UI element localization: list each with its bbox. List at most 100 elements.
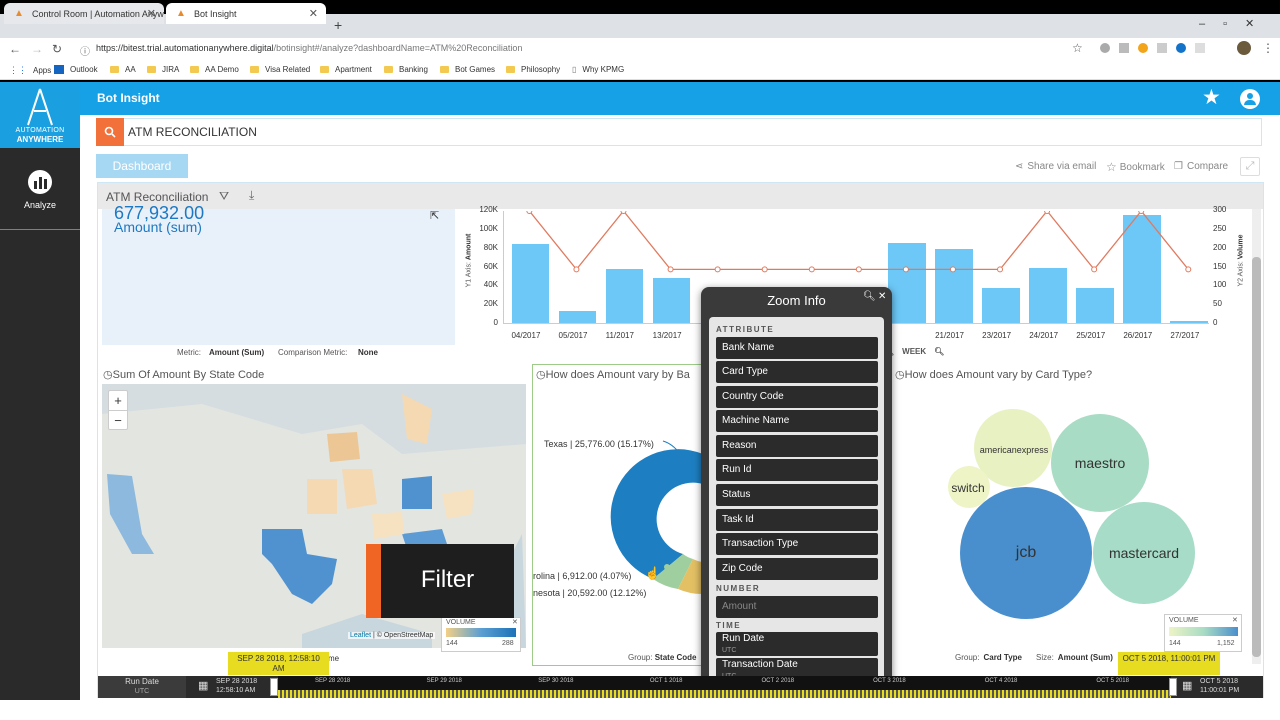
map-zoom-in-button[interactable]: + [109, 391, 127, 410]
profile-avatar[interactable] [1237, 41, 1251, 55]
browser-tab-control-room[interactable]: ▲ Control Room | Automation Anyw ✕ [4, 3, 164, 24]
folder-icon [320, 66, 329, 73]
filter-funnel-icon[interactable]: ⛛ [219, 189, 229, 204]
tab-dashboard[interactable]: Dashboard [96, 154, 188, 178]
new-tab-icon[interactable]: + [334, 17, 342, 33]
sidebar-item-analyze[interactable]: Analyze [0, 162, 80, 230]
volume-point[interactable] [997, 266, 1004, 273]
site-info-icon[interactable]: ⓘ [80, 43, 90, 58]
leaflet-link[interactable]: Leaflet [350, 632, 371, 639]
forward-icon[interactable]: → [31, 42, 43, 56]
search-button[interactable] [96, 118, 124, 146]
zoom-attr-card-type[interactable]: Card Type [716, 361, 878, 383]
browser-tab-bot-insight[interactable]: ▲ Bot Insight ✕ [166, 3, 326, 24]
zoom-time-run-date[interactable]: Run Date UTC [716, 632, 878, 656]
volume-point[interactable] [620, 211, 627, 214]
zoom-attr-machine-name[interactable]: Machine Name [716, 410, 878, 432]
granularity-week[interactable]: WEEK [902, 347, 926, 356]
bookmark-visa-related[interactable]: Visa Related [250, 65, 310, 74]
timeline-label: Run Date [125, 677, 159, 686]
volume-point[interactable] [1091, 266, 1098, 273]
filter-overlay[interactable]: Filter [366, 544, 514, 618]
bookmark-bot-games[interactable]: Bot Games [440, 65, 495, 74]
zoom-attr-country-code[interactable]: Country Code [716, 386, 878, 408]
bookmark-aa-demo[interactable]: AA Demo [190, 65, 239, 74]
bookmark-star-icon[interactable]: ☆ [1072, 41, 1083, 55]
zoom-attr-bank-name[interactable]: Bank Name [716, 337, 878, 359]
volume-point[interactable] [1044, 211, 1051, 214]
timeline-start-flag[interactable]: SEP 28 2018, 12:58:10 AM [228, 652, 329, 675]
timeline-end-flag[interactable]: OCT 5 2018, 11:00:01 PM [1118, 652, 1220, 675]
close-tab-icon[interactable]: ✕ [147, 7, 156, 20]
volume-point[interactable] [855, 266, 862, 273]
timeline-label-sub: UTC [134, 688, 150, 695]
board-scrollbar[interactable] [1252, 209, 1261, 664]
volume-point[interactable] [1138, 211, 1145, 214]
card-type-bubble-chart[interactable] [890, 384, 1250, 649]
volume-point[interactable] [573, 266, 580, 273]
compare-button[interactable]: ❐ Compare [1174, 161, 1228, 172]
kpi-expand-icon[interactable]: ⇱ [430, 209, 439, 222]
back-icon[interactable]: ← [9, 42, 21, 56]
zoom-info-close-icon[interactable]: ✕ [878, 291, 886, 302]
metric-value[interactable]: Amount (Sum) [209, 348, 264, 357]
size-value[interactable]: Amount (Sum) [1058, 653, 1113, 662]
volume-point[interactable] [667, 266, 674, 273]
zoom-attr-zip-code[interactable]: Zip Code [716, 558, 878, 580]
dashboard-search-field[interactable]: ATM RECONCILIATION [96, 118, 1262, 146]
timeline-attribute[interactable]: Run Date UTC [98, 676, 186, 698]
extension-icons[interactable] [1100, 43, 1230, 54]
group-value[interactable]: Card Type [983, 653, 1022, 662]
bookmark-jira[interactable]: JIRA [147, 65, 179, 74]
x-tick-label: 24/2017 [1029, 331, 1059, 340]
volume-point[interactable] [714, 266, 721, 273]
group-value[interactable]: State Code [655, 653, 697, 662]
zoom-attr-status[interactable]: Status [716, 484, 878, 506]
volume-point[interactable] [949, 266, 956, 273]
bookmark-banking[interactable]: Banking [384, 65, 428, 74]
donut-chart[interactable] [533, 384, 703, 654]
bookmark-apartment[interactable]: Apartment [320, 65, 372, 74]
bookmark-outlook[interactable]: Outlook [54, 65, 98, 74]
timeline-end-handle[interactable] [1169, 678, 1177, 696]
bookmark-philosophy[interactable]: Philosophy [506, 65, 560, 74]
fullscreen-icon[interactable]: ⤢ [1240, 157, 1260, 176]
timeline-start-handle[interactable] [270, 678, 278, 696]
zoom-attr-run-id[interactable]: Run Id [716, 459, 878, 481]
legend-close-icon[interactable]: ✕ [512, 618, 518, 626]
url-field[interactable]: https://bitest.trial.automationanywhere.… [96, 43, 522, 53]
bubble-volume-legend: VOLUME ✕ 144 1,152 [1164, 614, 1242, 652]
volume-point[interactable] [902, 266, 909, 273]
favorites-star-icon[interactable]: ★ [1202, 85, 1221, 110]
share-via-email-button[interactable]: ⋖ Share via email [1015, 161, 1096, 172]
window-controls[interactable]: –▫✕ [1199, 17, 1272, 30]
bookmark-aa[interactable]: AA [110, 65, 136, 74]
automation-anywhere-logo[interactable]: AUTOMATION ANYWHERE [0, 82, 80, 148]
user-profile-icon[interactable] [1240, 89, 1260, 109]
zoom-in-chart-icon[interactable]: 🔍︎ [934, 347, 944, 356]
download-icon[interactable]: ⤓ [249, 188, 254, 203]
reload-icon[interactable]: ↻ [52, 42, 62, 56]
volume-point[interactable] [526, 211, 533, 214]
zoom-info-search-icon[interactable]: 🔍︎ [863, 291, 876, 302]
browser-menu-icon[interactable]: ⋮ [1262, 41, 1274, 55]
volume-point[interactable] [1185, 266, 1192, 273]
bookmark-button[interactable]: ☆ Bookmark [1106, 160, 1165, 174]
zoom-attr-transaction-type[interactable]: Transaction Type [716, 533, 878, 555]
start-time: 12:58:10 AM [216, 687, 256, 694]
zoom-attr-task-id[interactable]: Task Id [716, 509, 878, 531]
comparison-metric-value[interactable]: None [358, 348, 378, 357]
bookmark-why-kpmg[interactable]: ▯ Why KPMG [572, 65, 624, 74]
zoom-attr-reason[interactable]: Reason [716, 435, 878, 457]
chart-zoom-controls[interactable]: 🔍︎ WEEK 🔍︎ [884, 347, 944, 356]
volume-point[interactable] [761, 266, 768, 273]
volume-point[interactable] [808, 266, 815, 273]
x-tick-label: 11/2017 [605, 331, 634, 340]
start-calendar-icon[interactable]: ▦ [198, 679, 208, 692]
close-tab-icon[interactable]: ✕ [309, 7, 318, 20]
legend-close-icon[interactable]: ✕ [1232, 616, 1238, 624]
bookmark-apps[interactable]: ⋮⋮ Apps [9, 65, 51, 76]
scrollbar-thumb[interactable] [1252, 257, 1261, 657]
map-zoom-out-button[interactable]: − [109, 410, 127, 430]
end-calendar-icon[interactable]: ▦ [1182, 679, 1192, 692]
